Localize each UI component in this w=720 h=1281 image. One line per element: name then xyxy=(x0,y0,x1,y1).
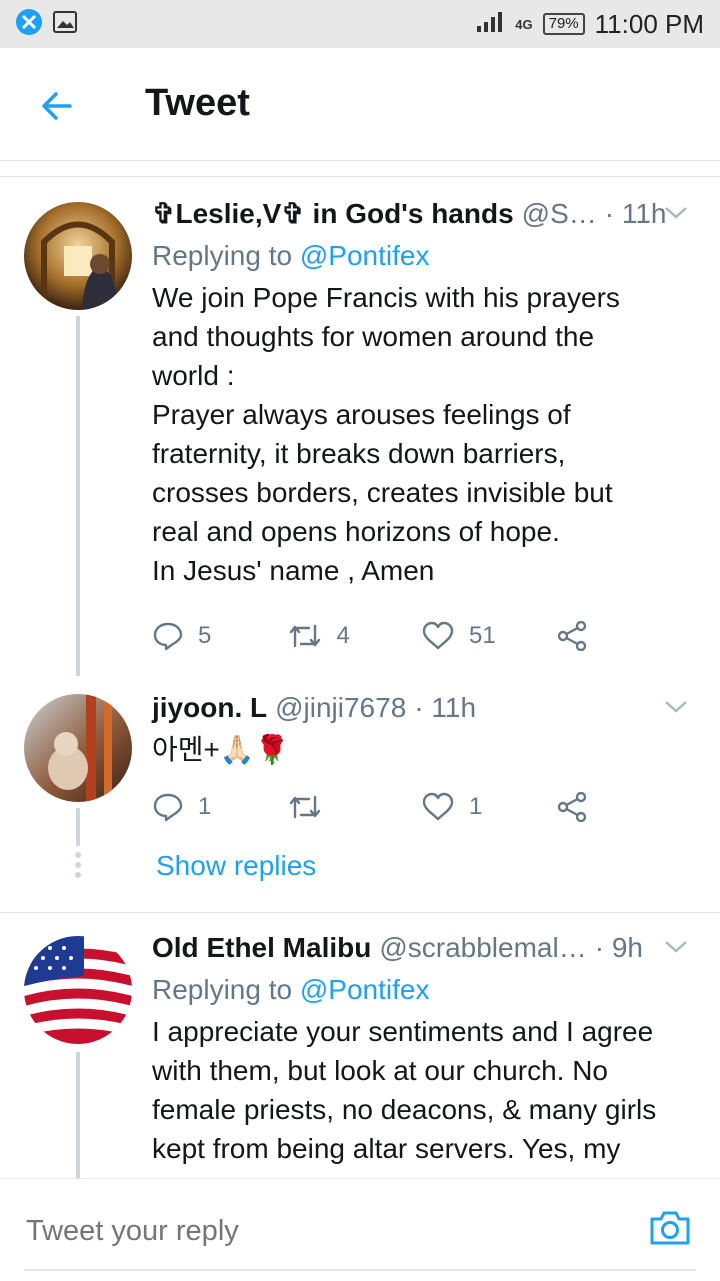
status-bar: 4G 79% 11:00 PM xyxy=(0,0,720,48)
share-button[interactable] xyxy=(556,621,691,651)
back-button[interactable] xyxy=(32,82,80,130)
tweet-time: · 11h xyxy=(604,198,667,229)
tweet-text: We join Pope Francis with his prayers an… xyxy=(152,282,620,586)
retweet-button[interactable]: 4 xyxy=(287,622,422,650)
tweet-actions: 5 4 51 xyxy=(152,616,690,656)
replying-to-link[interactable]: @Pontifex xyxy=(300,240,430,271)
tweet-text: I appreciate your sentiments and I agree… xyxy=(152,1016,657,1164)
replying-label: Replying to xyxy=(152,240,300,271)
tweet-text: 아멘+🙏🏻🌹 xyxy=(152,734,290,765)
author-name[interactable]: jiyoon. L xyxy=(152,690,267,726)
network-type: 4G xyxy=(515,16,533,32)
page-title: Tweet xyxy=(145,82,250,124)
share-button[interactable] xyxy=(556,792,691,822)
replying-label: Replying to xyxy=(152,974,300,1005)
reply-icon xyxy=(153,793,183,822)
tweet-actions: 1 1 xyxy=(152,787,690,827)
camera-icon xyxy=(650,1211,690,1245)
heart-icon xyxy=(422,792,454,821)
divider xyxy=(0,912,720,913)
tweet-time: · 9h xyxy=(594,932,643,963)
retweet-icon xyxy=(289,795,320,819)
retweet-icon xyxy=(289,624,320,648)
author-handle[interactable]: @S… xyxy=(522,196,597,232)
share-icon xyxy=(557,621,586,651)
thread-dots xyxy=(75,852,81,878)
author-name[interactable]: Old Ethel Malibu xyxy=(152,930,371,966)
battery-indicator: 79% xyxy=(542,13,585,35)
input-underline xyxy=(24,1269,696,1271)
tweet-header: jiyoon. L @jinji7678 · 11h xyxy=(152,690,690,726)
reply-button[interactable]: 1 xyxy=(152,792,287,822)
chevron-down-icon[interactable] xyxy=(662,936,690,956)
author-handle[interactable]: @scrabblemal… xyxy=(379,930,586,966)
app-notification-icon xyxy=(16,8,42,40)
heart-icon xyxy=(422,621,454,650)
reply-input[interactable] xyxy=(24,1201,618,1261)
divider xyxy=(0,176,720,177)
author-handle[interactable]: @jinji7678 xyxy=(275,690,406,726)
thread-line xyxy=(76,316,80,676)
tweet-header: Old Ethel Malibu @scrabblemal… · 9h xyxy=(152,930,690,966)
replying-to: Replying to @Pontifex xyxy=(152,970,690,1010)
avatar[interactable] xyxy=(24,202,132,310)
author-name[interactable]: ✞Leslie,V✞ in God's hands xyxy=(152,196,514,232)
chevron-down-icon[interactable] xyxy=(662,202,690,222)
reply-composer xyxy=(0,1178,720,1281)
tweet-header: ✞Leslie,V✞ in God's hands @S… · 11h xyxy=(152,196,690,232)
reply-button[interactable]: 5 xyxy=(152,621,287,651)
replying-to-link[interactable]: @Pontifex xyxy=(300,974,430,1005)
replying-to: Replying to @Pontifex xyxy=(152,236,690,276)
share-icon xyxy=(557,792,586,822)
thread-line xyxy=(76,808,80,846)
like-button[interactable]: 1 xyxy=(421,792,556,822)
avatar[interactable] xyxy=(24,694,132,802)
reply-count: 1 xyxy=(198,793,212,820)
thread-line xyxy=(76,1052,80,1178)
clock: 11:00 PM xyxy=(594,8,704,39)
image-notification-icon xyxy=(52,9,78,40)
camera-button[interactable] xyxy=(648,1207,696,1255)
reply-icon xyxy=(153,622,183,651)
back-arrow-icon xyxy=(42,92,72,120)
tweet[interactable]: ✞Leslie,V✞ in God's hands @S… · 11h Repl… xyxy=(0,196,720,676)
avatar[interactable] xyxy=(24,936,132,1044)
chevron-down-icon[interactable] xyxy=(662,696,690,716)
tweet-time: · 11h xyxy=(414,692,477,723)
retweet-button[interactable] xyxy=(287,793,422,821)
retweet-count: 4 xyxy=(336,622,350,649)
like-button[interactable]: 51 xyxy=(421,621,556,651)
tweet[interactable]: jiyoon. L @jinji7678 · 11h 아멘+🙏🏻🌹 1 1 Sh… xyxy=(0,690,720,910)
app-bar: Tweet xyxy=(0,48,720,161)
like-count: 51 xyxy=(469,622,496,649)
like-count: 1 xyxy=(469,793,483,820)
signal-icon xyxy=(475,11,505,38)
tweet[interactable]: Old Ethel Malibu @scrabblemal… · 9h Repl… xyxy=(0,930,720,1178)
reply-count: 5 xyxy=(198,622,212,649)
show-replies-link[interactable]: Show replies xyxy=(156,850,316,882)
